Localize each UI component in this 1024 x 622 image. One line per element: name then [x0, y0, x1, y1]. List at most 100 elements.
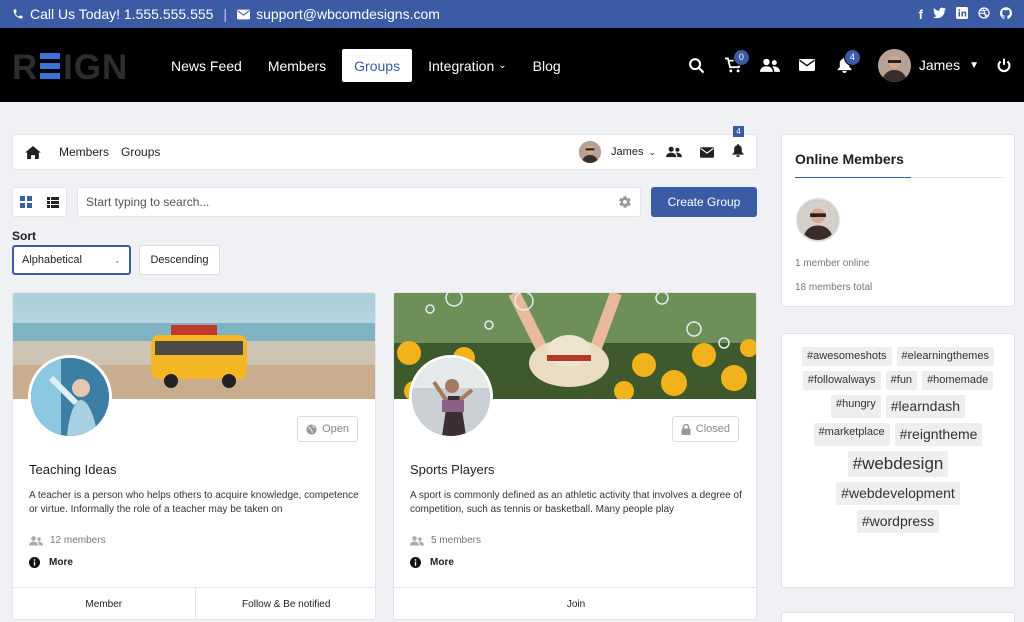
group-title[interactable]: Sports Players — [410, 462, 495, 477]
widget-title: Online Members — [795, 151, 904, 167]
chevron-down-icon: ⌄ — [498, 60, 507, 71]
user-menu[interactable]: James ▼ — [877, 48, 979, 82]
widget-panel — [781, 612, 1015, 622]
cart-button[interactable]: 0 — [715, 47, 752, 84]
search-button[interactable] — [678, 47, 715, 84]
user-name[interactable]: James — [611, 146, 643, 158]
notifications-button[interactable]: 4 — [826, 47, 863, 84]
member-count-text: 5 members — [431, 535, 482, 546]
online-count: 1 member online — [795, 258, 870, 269]
nav-label: Members — [267, 57, 327, 74]
tag-link[interactable]: #webdevelopment — [836, 482, 960, 506]
tag-link[interactable]: #homemade — [922, 371, 994, 391]
grid-view-button[interactable] — [13, 188, 40, 216]
sort-label: Sort — [12, 229, 36, 243]
group-actions: Join — [394, 587, 756, 619]
membership-button[interactable]: Member — [13, 588, 195, 619]
group-actions: Member Follow & Be notified — [13, 587, 376, 619]
tag-link[interactable]: #followalways — [802, 371, 881, 391]
more-label: More — [430, 557, 454, 568]
nav-blog[interactable]: Blog — [520, 49, 574, 82]
twitter-icon[interactable] — [933, 7, 946, 22]
facebook-icon[interactable]: f — [919, 7, 923, 22]
notifications-button[interactable]: 4 — [732, 126, 744, 160]
home-icon[interactable] — [25, 145, 41, 159]
notification-count-badge: 4 — [733, 126, 744, 137]
email-contact[interactable]: support@wbcomdesigns.com — [237, 6, 440, 22]
users-icon[interactable] — [666, 146, 682, 158]
lock-icon — [681, 423, 691, 435]
globe-icon — [306, 423, 317, 435]
group-status-badge: Open — [297, 416, 358, 442]
avatar — [877, 48, 911, 82]
group-description: A teacher is a person who helps others t… — [29, 490, 359, 515]
linkedin-icon[interactable] — [956, 6, 968, 22]
power-icon — [997, 58, 1010, 72]
sort-select[interactable]: Alphabetical ⌄ — [12, 245, 131, 275]
bell-icon — [732, 144, 744, 157]
breadcrumb-user-tools: James ⌄ 4 — [579, 126, 744, 163]
chevron-down-icon: ⌄ — [113, 254, 121, 265]
join-button[interactable]: Join — [394, 588, 756, 619]
tag-link[interactable]: #reigntheme — [894, 423, 983, 446]
avatar[interactable] — [796, 198, 840, 242]
group-avatar[interactable] — [28, 355, 112, 439]
cart-count-badge: 0 — [732, 48, 750, 66]
group-card: Open Teaching Ideas A teacher is a perso… — [12, 292, 376, 620]
tag-link[interactable]: #webdesign — [847, 450, 949, 478]
tag-link[interactable]: #awesomeshots — [802, 347, 892, 367]
more-label: More — [49, 557, 73, 568]
more-info-link[interactable]: More — [410, 557, 454, 568]
reign-logo[interactable]: R IGN — [12, 50, 137, 82]
envelope-icon — [237, 9, 251, 19]
nav-links: News Feed Members Groups Integration ⌄ Bl… — [158, 49, 574, 82]
phone-icon — [13, 9, 23, 19]
search-icon — [688, 57, 705, 73]
envelope-icon — [799, 59, 816, 71]
create-group-button[interactable]: Create Group — [651, 187, 757, 217]
tag-link[interactable]: #wordpress — [856, 510, 940, 533]
phone-contact[interactable]: Call Us Today! 1.555.555.555 — [12, 6, 213, 22]
list-view-button[interactable] — [40, 188, 67, 216]
follow-button[interactable]: Follow & Be notified — [194, 588, 376, 619]
nav-integration[interactable]: Integration ⌄ — [415, 49, 520, 82]
group-title[interactable]: Teaching Ideas — [29, 462, 116, 477]
friends-button[interactable] — [752, 47, 789, 84]
tag-link[interactable]: #marketplace — [813, 423, 890, 446]
online-members-widget: Online Members 1 member online 18 member… — [781, 134, 1015, 307]
main-navigation: R IGN News Feed Members Groups Integrati… — [0, 28, 1024, 102]
group-status-text: Closed — [695, 423, 730, 435]
users-icon — [29, 535, 43, 545]
tag-link[interactable]: #hungry — [830, 395, 881, 419]
sort-order-button[interactable]: Descending — [139, 245, 220, 275]
nav-groups[interactable]: Groups — [342, 49, 413, 82]
dribbble-icon[interactable] — [978, 6, 990, 22]
tag-link[interactable]: #learndash — [885, 395, 966, 419]
nav-label: News Feed — [171, 57, 242, 74]
nav-news-feed[interactable]: News Feed — [158, 49, 255, 82]
tag-link[interactable]: #elearningthemes — [896, 347, 994, 367]
avatar[interactable] — [579, 141, 602, 163]
notification-count-badge: 4 — [843, 48, 861, 66]
chevron-down-icon[interactable]: ⌄ — [648, 147, 656, 158]
tag-link[interactable]: #fun — [885, 371, 918, 391]
breadcrumb-groups[interactable]: Groups — [121, 145, 160, 159]
group-member-count: 5 members — [410, 535, 481, 546]
group-status-text: Open — [322, 423, 349, 435]
breadcrumb-members[interactable]: Members — [59, 145, 109, 159]
gear-icon[interactable] — [618, 195, 632, 209]
social-links: f — [919, 6, 1012, 22]
more-info-link[interactable]: More — [29, 557, 73, 568]
group-avatar[interactable] — [409, 355, 493, 439]
envelope-icon[interactable] — [700, 146, 714, 158]
nav-members[interactable]: Members — [255, 49, 339, 82]
view-toggle — [12, 187, 67, 217]
nav-label: Blog — [532, 57, 561, 74]
messages-button[interactable] — [789, 47, 826, 84]
nav-label: Integration — [428, 57, 495, 74]
tag-cloud-widget: #awesomeshots #elearningthemes #followalwa… — [781, 333, 1015, 588]
users-icon — [410, 535, 424, 545]
github-icon[interactable] — [1000, 6, 1012, 22]
logout-button[interactable] — [985, 47, 1022, 84]
search-input[interactable] — [86, 195, 618, 209]
